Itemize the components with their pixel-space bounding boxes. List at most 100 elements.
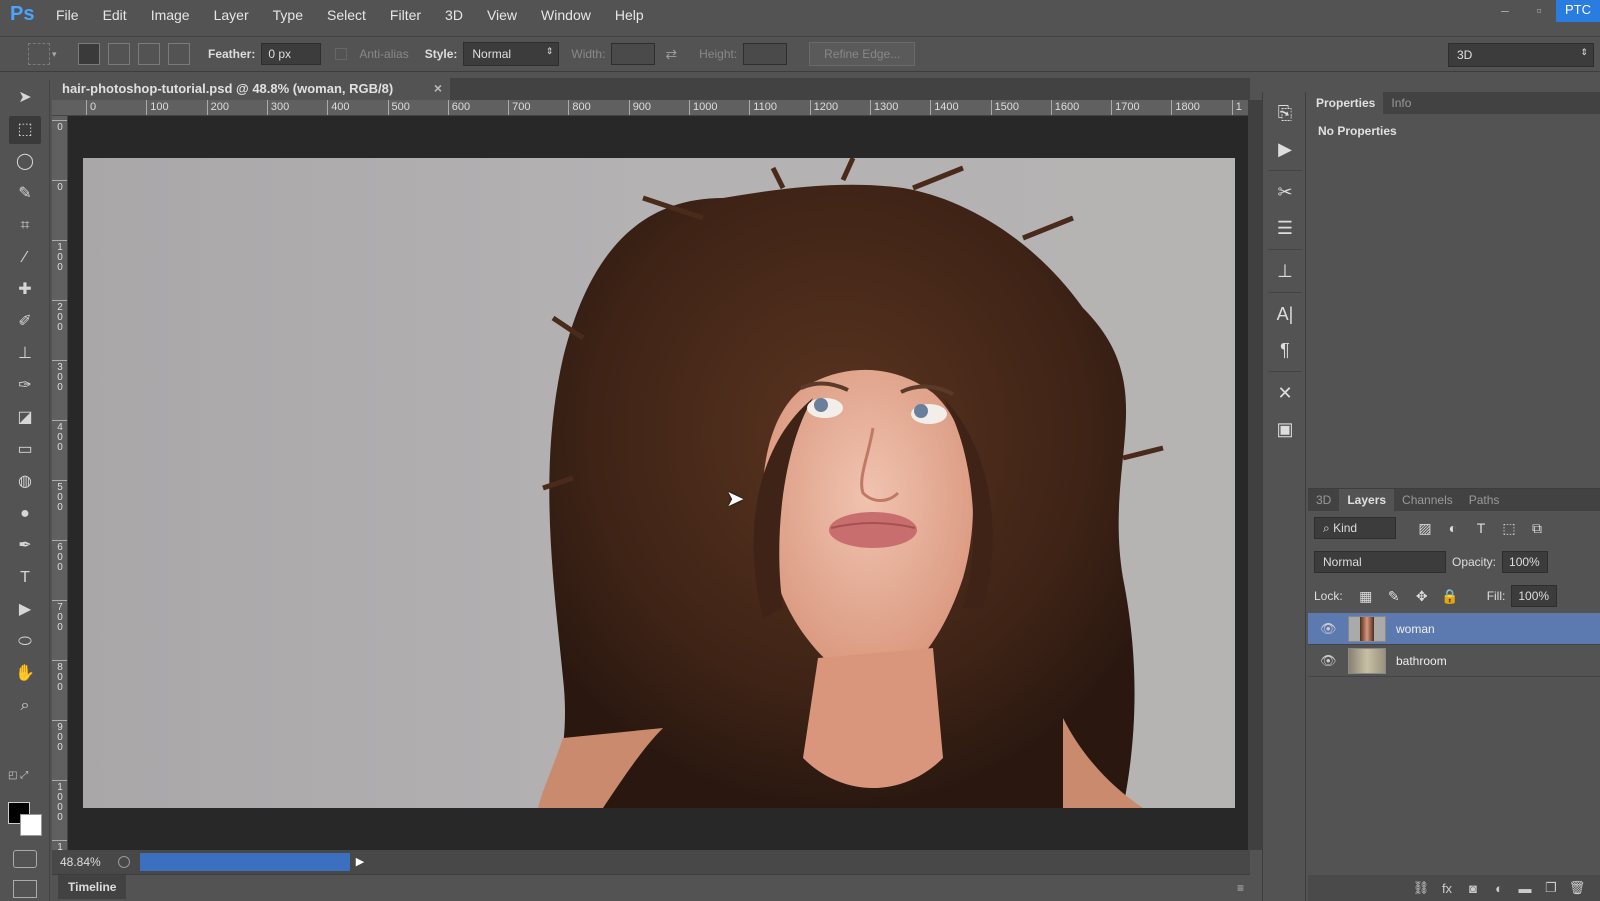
mask-icon[interactable]: ◙ [1460,881,1486,896]
tab-paths[interactable]: Paths [1461,489,1508,511]
document-tab[interactable]: hair-photoshop-tutorial.psd @ 48.8% (wom… [52,78,450,100]
vertical-scrollbar[interactable] [1248,100,1262,850]
crop-tool-icon[interactable]: ⌗ [9,212,41,240]
quick-mask-icon[interactable] [13,850,37,868]
fill-input[interactable]: 100% [1511,585,1558,607]
brush-tool-icon[interactable]: ✐ [9,308,41,336]
image-panel-icon[interactable]: ▣ [1269,414,1301,444]
status-info-icon[interactable] [118,856,130,868]
menu-view[interactable]: View [475,0,529,30]
canvas-area[interactable]: ➤ [68,116,1250,850]
refine-edge-button[interactable]: Refine Edge... [809,42,916,66]
timeline-tab[interactable]: Timeline [58,875,127,899]
tool-presets-icon[interactable]: ✂ [1269,177,1301,207]
smart-object-filter-icon[interactable]: ⧉ [1526,519,1548,537]
opacity-input[interactable]: 100% [1502,551,1549,573]
new-selection-icon[interactable] [78,43,100,65]
menu-select[interactable]: Select [315,0,378,30]
type-tool-icon[interactable]: T [9,564,41,592]
paragraph-panel-icon[interactable]: ¶ [1269,335,1301,365]
tab-properties[interactable]: Properties [1308,92,1384,114]
lock-position-icon[interactable]: ✥ [1411,587,1433,605]
menu-filter[interactable]: Filter [378,0,433,30]
minimize-icon[interactable]: – [1488,0,1522,22]
menu-edit[interactable]: Edit [91,0,139,30]
trash-icon[interactable]: 🗑 [1564,880,1590,896]
blur-tool-icon[interactable]: ◍ [9,468,41,496]
path-selection-tool-icon[interactable]: ▶ [9,596,41,624]
status-menu-arrow-icon[interactable]: ▶ [352,853,368,871]
menu-type[interactable]: Type [261,0,315,30]
rect-marquee-tool-icon[interactable]: ⬚ [9,116,41,144]
maximize-icon[interactable]: ▫ [1522,0,1556,22]
adjustments-icon[interactable]: ☰ [1269,213,1301,243]
horizontal-ruler[interactable]: 0 100 200 300 400 500 600 700 800 900 1000 1100 1200… [52,100,1250,116]
height-input[interactable] [743,43,788,65]
panel-menu-icon[interactable]: ≡ [1237,881,1244,895]
eye-icon[interactable]: 👁 [1320,653,1337,669]
tab-layers[interactable]: Layers [1339,489,1395,511]
tab-info[interactable]: Info [1383,92,1419,114]
lock-pixels-icon[interactable]: ✎ [1383,587,1405,605]
tab-3d[interactable]: 3D [1308,489,1339,511]
chevron-down-icon[interactable]: ▾ [52,49,62,60]
clone-stamp-tool-icon[interactable]: ⊥ [9,340,41,368]
tools-panel-icon[interactable]: ✕ [1269,378,1301,408]
width-input[interactable] [611,43,656,65]
history-brush-tool-icon[interactable]: ✑ [9,372,41,400]
clone-source-icon[interactable]: ⊥ [1269,256,1301,286]
kind-select[interactable]: ⌕ Kind [1314,517,1396,539]
feather-input[interactable]: 0 px [261,43,322,65]
group-folder-icon[interactable]: ▬ [1512,881,1538,896]
subtract-selection-icon[interactable] [138,43,160,65]
menu-3d[interactable]: 3D [433,0,475,30]
character-panel-icon[interactable]: A| [1269,299,1301,329]
ptc-badge[interactable]: PTC [1556,0,1600,22]
zoom-tool-icon[interactable]: ⌕ [9,692,41,720]
close-icon[interactable]: × [434,80,442,96]
layer-bathroom[interactable]: 👁 bathroom [1308,645,1600,677]
type-filter-icon[interactable]: T [1470,519,1492,537]
menu-image[interactable]: Image [139,0,202,30]
zoom-level[interactable]: 48.84% [52,855,116,869]
dodge-tool-icon[interactable]: ● [9,500,41,528]
menu-window[interactable]: Window [529,0,603,30]
hand-tool-icon[interactable]: ✋ [9,660,41,688]
tab-channels[interactable]: Channels [1394,489,1461,511]
actions-panel-icon[interactable]: ▶ [1269,134,1301,164]
default-colors-icon[interactable]: ◰ ⤢ [8,770,28,781]
pen-tool-icon[interactable]: ✒ [9,532,41,560]
swap-icon[interactable]: ⇄ [665,46,677,63]
ellipse-tool-icon[interactable]: ⬭ [9,628,41,656]
menu-layer[interactable]: Layer [202,0,261,30]
adjustment-layer-icon[interactable]: ◐ [1486,881,1512,896]
add-selection-icon[interactable] [108,43,130,65]
adjustment-filter-icon[interactable]: ◐ [1442,519,1464,537]
healing-brush-tool-icon[interactable]: ✚ [9,276,41,304]
lock-all-icon[interactable]: 🔒 [1439,587,1461,605]
link-icon[interactable]: ⛓ [1408,880,1434,896]
gradient-tool-icon[interactable]: ▭ [9,436,41,464]
eye-icon[interactable]: 👁 [1320,621,1337,637]
background-color-swatch[interactable] [20,814,42,836]
antialias-checkbox[interactable] [335,48,348,60]
eraser-tool-icon[interactable]: ◪ [9,404,41,432]
vertical-ruler[interactable]: 0 0 1 0 0 2 0 0 3 0 0 4 0 0 5 0 0 6 0 0 7 0 0 8 0… [52,116,68,850]
screen-mode-icon[interactable] [13,880,37,898]
quick-selection-tool-icon[interactable]: ✎ [9,180,41,208]
eyedropper-tool-icon[interactable]: ⁄ [9,244,41,272]
style-select[interactable]: Normal ⇕ [463,42,560,66]
layer-woman[interactable]: 👁 woman [1308,613,1600,645]
fx-icon[interactable]: fx [1434,881,1460,896]
pixel-filter-icon[interactable]: ▨ [1414,519,1436,537]
menu-help[interactable]: Help [603,0,656,30]
woman-photo[interactable] [83,158,1235,808]
lock-transparency-icon[interactable]: ▦ [1355,587,1377,605]
rect-marquee-preset-icon[interactable] [28,43,50,65]
menu-file[interactable]: File [44,0,91,30]
history-panel-icon[interactable]: ⎘ [1269,98,1301,128]
new-layer-icon[interactable]: ❐ [1538,880,1564,896]
move-tool-icon[interactable]: ➤ [9,84,41,112]
lasso-tool-icon[interactable]: ◯ [9,148,41,176]
shape-filter-icon[interactable]: ⬚ [1498,519,1520,537]
